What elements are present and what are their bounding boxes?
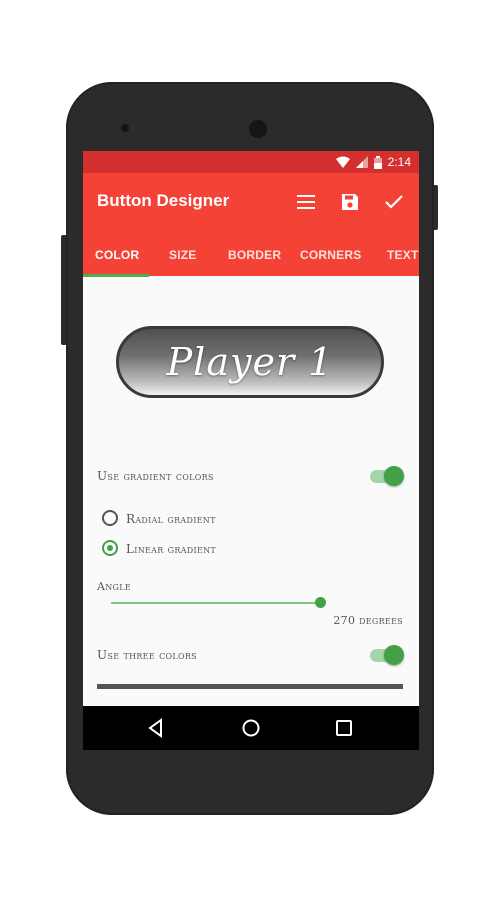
save-button[interactable]: [333, 187, 367, 217]
check-icon: [385, 195, 403, 209]
linear-gradient-label: Linear gradient: [126, 542, 217, 556]
menu-icon: [297, 195, 315, 209]
front-camera: [249, 120, 267, 138]
preview-text: Player 1: [166, 340, 334, 384]
signal-icon: [355, 156, 368, 168]
status-bar: 2:14: [83, 151, 419, 173]
confirm-button[interactable]: [377, 187, 411, 217]
linear-gradient-radio[interactable]: [102, 540, 118, 556]
recents-icon[interactable]: [333, 717, 355, 739]
switch-thumb: [384, 466, 404, 486]
tab-bar: COLOR SIZE BORDER CORNERS TEXT: [83, 230, 419, 276]
angle-label: Angle: [97, 580, 131, 593]
tab-corners[interactable]: CORNERS: [300, 230, 361, 276]
wifi-icon: [335, 156, 350, 168]
app-screen: 2:14 Button Designer COLOR SIZE BORDER C…: [83, 151, 419, 750]
tab-size[interactable]: SIZE: [169, 230, 196, 276]
angle-slider-thumb[interactable]: [314, 597, 326, 608]
tab-indicator: [83, 274, 149, 277]
menu-button[interactable]: [289, 187, 323, 217]
app-title: Button Designer: [97, 191, 230, 210]
switch-thumb: [384, 645, 404, 665]
use-gradient-label: Use gradient colors: [97, 469, 214, 483]
proximity-sensor: [121, 124, 129, 132]
radial-gradient-radio[interactable]: [102, 510, 118, 526]
button-preview: Player 1: [116, 326, 384, 398]
back-icon[interactable]: [145, 717, 167, 739]
tab-text[interactable]: TEXT: [387, 230, 418, 276]
tab-border[interactable]: BORDER: [228, 230, 281, 276]
home-icon[interactable]: [240, 717, 262, 739]
use-gradient-switch[interactable]: [368, 466, 404, 486]
angle-value: 270 degrees: [333, 614, 403, 627]
use-three-colors-switch[interactable]: [368, 645, 404, 665]
color-preview-bar: [97, 684, 403, 689]
navigation-bar: [83, 706, 419, 750]
battery-icon: [373, 155, 382, 169]
app-bar: Button Designer: [83, 173, 419, 230]
use-three-colors-label: Use three colors: [97, 648, 197, 662]
radial-gradient-label: Radial gradient: [126, 512, 216, 526]
status-time: 2:14: [387, 155, 411, 169]
tab-color[interactable]: COLOR: [95, 230, 139, 276]
angle-slider-track[interactable]: [111, 602, 320, 604]
save-icon: [342, 194, 358, 210]
